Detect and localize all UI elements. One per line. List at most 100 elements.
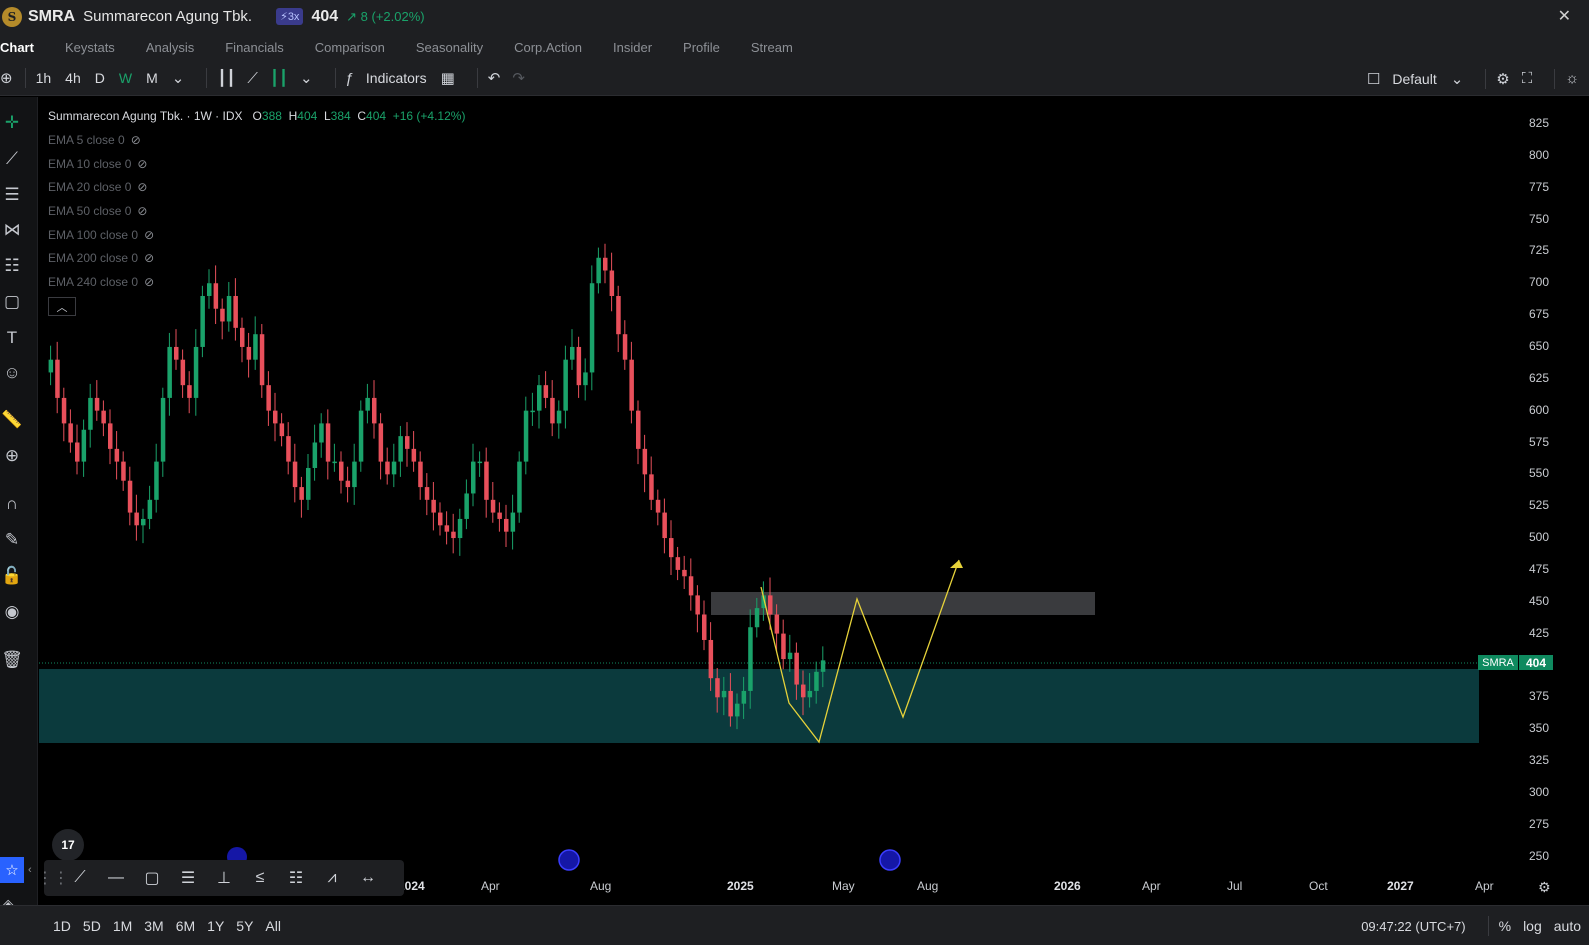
chevron-left-icon[interactable]: ‹	[28, 864, 32, 876]
chevron-down-icon[interactable]: ⌄	[300, 69, 313, 87]
tab-stream[interactable]: Stream	[751, 40, 793, 55]
legend-collapse-button[interactable]: ︿	[48, 297, 76, 316]
eye-off-icon[interactable]: ⊘	[137, 157, 147, 171]
range-5d[interactable]: 5D	[83, 918, 101, 934]
ema-legend-item[interactable]: EMA 20 close 0 ⊘	[48, 180, 147, 194]
time-tick-label: Aug	[590, 879, 612, 893]
range-5y[interactable]: 5Y	[236, 918, 253, 934]
candle-body	[556, 410, 562, 424]
drawing-tools-sidebar: ✛ ⟋ ☰ ⋈ ☷ ▢ T ☺ 📏 ⊕ ∩ ✎ 🔓 ◉ 🗑	[0, 97, 38, 945]
add-symbol-icon[interactable]: ⊕	[0, 69, 13, 87]
candlestick-icon[interactable]: ┃┃	[270, 69, 288, 87]
range-6m[interactable]: 6M	[176, 918, 195, 934]
emoji-icon[interactable]: ☺	[0, 361, 24, 385]
ema-legend-item[interactable]: EMA 50 close 0 ⊘	[48, 204, 147, 218]
fib-retracement-icon[interactable]: ≤	[242, 869, 278, 887]
tab-comparison[interactable]: Comparison	[315, 40, 385, 55]
date-range-icon[interactable]: ↔	[350, 869, 386, 887]
tab-analysis[interactable]: Analysis	[146, 40, 194, 55]
pattern-icon[interactable]: ⋈	[0, 218, 24, 242]
redo-icon[interactable]: ↷	[512, 69, 525, 87]
range-1m[interactable]: 1M	[113, 918, 132, 934]
path-icon[interactable]: ⩘	[314, 869, 350, 887]
tradingview-logo[interactable]: 17	[52, 829, 84, 861]
layout-default-button[interactable]: Default	[1392, 71, 1436, 87]
range-1y[interactable]: 1Y	[207, 918, 224, 934]
ema-legend-item[interactable]: EMA 200 close 0 ⊘	[48, 251, 154, 265]
text-icon[interactable]: T	[0, 326, 24, 350]
interval-w[interactable]: W	[119, 70, 132, 86]
range-1d[interactable]: 1D	[53, 918, 71, 934]
chevron-down-icon[interactable]: ⌄	[1451, 70, 1464, 88]
indicators-button[interactable]: Indicators	[366, 70, 427, 86]
tab-seasonality[interactable]: Seasonality	[416, 40, 483, 55]
tab-corp-action[interactable]: Corp.Action	[514, 40, 582, 55]
candle-body	[94, 397, 100, 411]
candle-body	[193, 346, 199, 398]
ema-legend-item[interactable]: EMA 5 close 0 ⊘	[48, 133, 141, 147]
interval-d[interactable]: D	[95, 70, 105, 86]
zoom-in-icon[interactable]: ⊕	[0, 444, 24, 468]
ema-legend-item[interactable]: EMA 100 close 0 ⊘	[48, 228, 154, 242]
layout-square-icon[interactable]: ☐	[1367, 70, 1380, 88]
crosshair-icon[interactable]: ✛	[0, 111, 24, 135]
fullscreen-icon[interactable]: ⛶	[1522, 70, 1533, 87]
forecast-icon[interactable]: ☷	[0, 254, 24, 278]
horizontal-ray-icon[interactable]: —	[98, 869, 134, 887]
drag-handle-icon[interactable]: ⋮⋮	[37, 868, 69, 888]
theme-sun-icon[interactable]: ☼	[1565, 70, 1579, 87]
fib-channel-icon[interactable]: ☷	[278, 868, 314, 888]
percent-scale-button[interactable]: %	[1499, 918, 1511, 934]
eye-off-icon[interactable]: ⊘	[144, 275, 154, 289]
lock-icon[interactable]: 🔓	[0, 564, 24, 588]
candle-body	[101, 410, 106, 424]
templates-grid-icon[interactable]: ▦	[441, 69, 455, 87]
parallel-channel-icon[interactable]: ☰	[170, 868, 206, 888]
rectangle-icon[interactable]: ▢	[0, 290, 24, 314]
favorites-star-button[interactable]: ☆	[0, 857, 24, 883]
price-chart[interactable]	[39, 97, 1589, 905]
range-3m[interactable]: 3M	[144, 918, 163, 934]
tab-financials[interactable]: Financials	[225, 40, 284, 55]
tab-keystats[interactable]: Keystats	[65, 40, 115, 55]
interval-4h[interactable]: 4h	[65, 70, 81, 86]
tab-profile[interactable]: Profile	[683, 40, 720, 55]
fib-lines-icon[interactable]: ☰	[0, 183, 24, 207]
close-icon[interactable]: ✕	[1558, 6, 1571, 26]
function-icon[interactable]: ƒ	[346, 70, 354, 87]
log-scale-button[interactable]: log	[1523, 918, 1542, 934]
eye-icon[interactable]: ◉	[0, 600, 24, 624]
interval-m[interactable]: M	[146, 70, 158, 86]
eye-off-icon[interactable]: ⊘	[137, 180, 147, 194]
time-tick-label: Oct	[1309, 879, 1328, 893]
ema-legend-item[interactable]: EMA 240 close 0 ⊘	[48, 275, 154, 289]
range-all[interactable]: All	[265, 918, 281, 934]
auto-scale-button[interactable]: auto	[1554, 918, 1581, 934]
undo-icon[interactable]: ↶	[488, 69, 501, 87]
line-chart-icon[interactable]: ⟋	[247, 70, 258, 87]
gear-icon[interactable]: ⚙	[1496, 70, 1509, 88]
eye-off-icon[interactable]: ⊘	[144, 228, 154, 242]
magnet-icon[interactable]: ∩	[0, 492, 24, 516]
candle-body	[167, 346, 172, 398]
trash-icon[interactable]: 🗑	[0, 648, 24, 672]
vertical-line-icon[interactable]: ⊥	[206, 868, 242, 888]
tab-insider[interactable]: Insider	[613, 40, 652, 55]
tab-chart[interactable]: Chart	[0, 40, 34, 55]
eye-off-icon[interactable]: ⊘	[131, 133, 141, 147]
legend-open: 388	[261, 109, 282, 123]
ruler-icon[interactable]: 📏	[0, 408, 24, 432]
rectangle-icon[interactable]: ▢	[134, 868, 170, 888]
bar-chart-icon[interactable]: ┃┃	[217, 69, 235, 87]
settings-gear-icon[interactable]: ⚙	[1538, 879, 1551, 896]
trendline-icon[interactable]: ⟋	[0, 147, 24, 171]
interval-1h[interactable]: 1h	[36, 70, 52, 86]
candle-body	[589, 283, 595, 373]
eye-off-icon[interactable]: ⊘	[137, 204, 147, 218]
clock[interactable]: 09:47:22 (UTC+7)	[1361, 919, 1465, 934]
eye-off-icon[interactable]: ⊘	[144, 251, 154, 265]
ema-legend-item[interactable]: EMA 10 close 0 ⊘	[48, 157, 147, 171]
stay-drawing-icon[interactable]: ✎	[0, 528, 24, 552]
trendline-icon[interactable]: ⟋	[62, 869, 98, 887]
chevron-down-icon[interactable]: ⌄	[172, 69, 185, 87]
